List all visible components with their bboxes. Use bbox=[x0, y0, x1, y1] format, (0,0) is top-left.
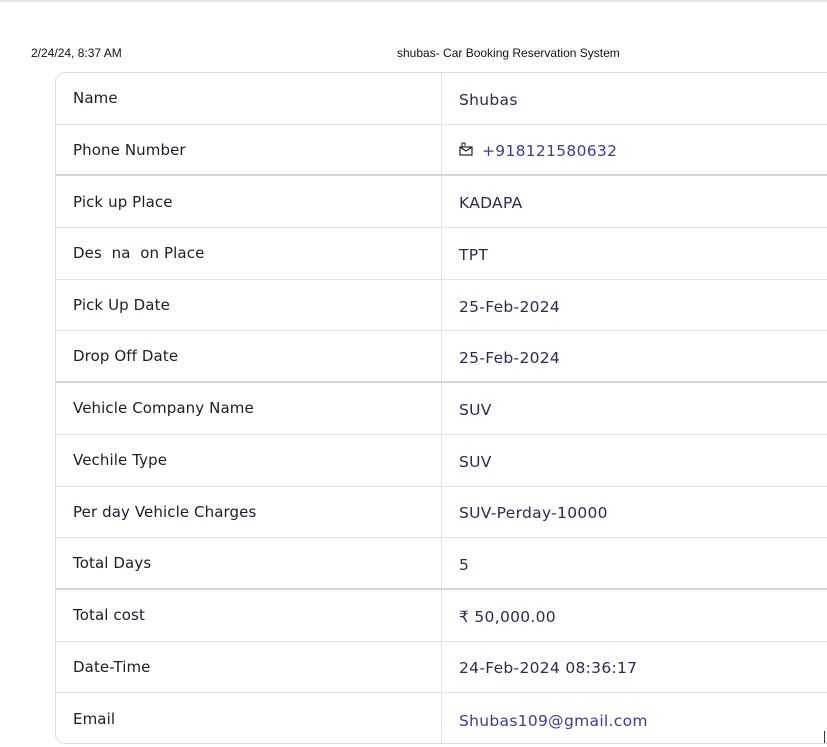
row-label: Vehicle Company Name bbox=[56, 383, 442, 434]
print-date: 2/24/24, 8:37 AM bbox=[31, 46, 122, 60]
row-value: 5 bbox=[459, 555, 470, 574]
row-label: Per day Vehicle Charges bbox=[56, 486, 442, 538]
row-name: Name Shubas bbox=[56, 73, 827, 125]
row-total-cost: Total cost ₹ 50,000.00 bbox=[56, 589, 827, 642]
row-email: Email Shubas109@gmail.com bbox=[56, 693, 827, 743]
row-label: Date-Time bbox=[56, 641, 442, 693]
row-dropoff-date: Drop Off Date 25-Feb-2024 bbox=[56, 331, 827, 384]
row-value: SUV bbox=[459, 452, 492, 471]
row-value: Shubas bbox=[459, 90, 518, 109]
row-label: Pick up Place bbox=[56, 176, 442, 228]
row-destination-place: Des na on Place TPT bbox=[56, 228, 827, 280]
row-value: 24-Feb-2024 08:36:17 bbox=[459, 659, 638, 678]
row-label: Email bbox=[56, 693, 442, 743]
row-label: Des na on Place bbox=[56, 228, 442, 279]
row-label: Name bbox=[56, 73, 442, 124]
row-total-days: Total Days 5 bbox=[56, 538, 827, 590]
row-label: Total Days bbox=[56, 538, 442, 588]
row-vehicle-company: Vehicle Company Name SUV bbox=[56, 383, 827, 435]
row-label: Pick Up Date bbox=[56, 279, 442, 331]
row-value: ₹ 50,000.00 bbox=[459, 607, 556, 626]
row-value: KADAPA bbox=[459, 194, 523, 213]
email-link[interactable]: Shubas109@gmail.com bbox=[442, 693, 827, 743]
phone-icon bbox=[459, 142, 473, 156]
row-perday-charges: Per day Vehicle Charges SUV-Perday-10000 bbox=[56, 486, 827, 539]
row-value: 25-Feb-2024 bbox=[459, 297, 561, 316]
row-label: Vechile Type bbox=[56, 434, 442, 486]
phone-value[interactable]: +918121580632 bbox=[442, 125, 827, 175]
booking-details-table: Name Shubas Phone Number +918121580632 P… bbox=[55, 72, 827, 744]
row-phone-number: Phone Number +918121580632 bbox=[56, 124, 827, 177]
top-edge-shadow bbox=[0, 0, 827, 3]
row-vehicle-type: Vechile Type SUV bbox=[56, 434, 827, 487]
row-label: Total cost bbox=[56, 589, 442, 641]
row-pickup-place: Pick up Place KADAPA bbox=[56, 176, 827, 229]
row-date-time: Date-Time 24-Feb-2024 08:36:17 bbox=[56, 641, 827, 694]
row-label: Drop Off Date bbox=[56, 331, 442, 382]
row-value: 25-Feb-2024 bbox=[459, 348, 561, 367]
text-cursor bbox=[824, 731, 825, 743]
print-header: 2/24/24, 8:37 AM shubas- Car Booking Res… bbox=[0, 46, 827, 62]
print-title: shubas- Car Booking Reservation System bbox=[397, 46, 620, 60]
row-pickup-date: Pick Up Date 25-Feb-2024 bbox=[56, 279, 827, 332]
row-value: SUV bbox=[459, 400, 492, 419]
row-value: TPT bbox=[459, 245, 489, 264]
row-label: Phone Number bbox=[56, 124, 442, 175]
row-value: SUV-Perday-10000 bbox=[459, 504, 608, 523]
phone-number-link[interactable]: +918121580632 bbox=[482, 142, 617, 160]
